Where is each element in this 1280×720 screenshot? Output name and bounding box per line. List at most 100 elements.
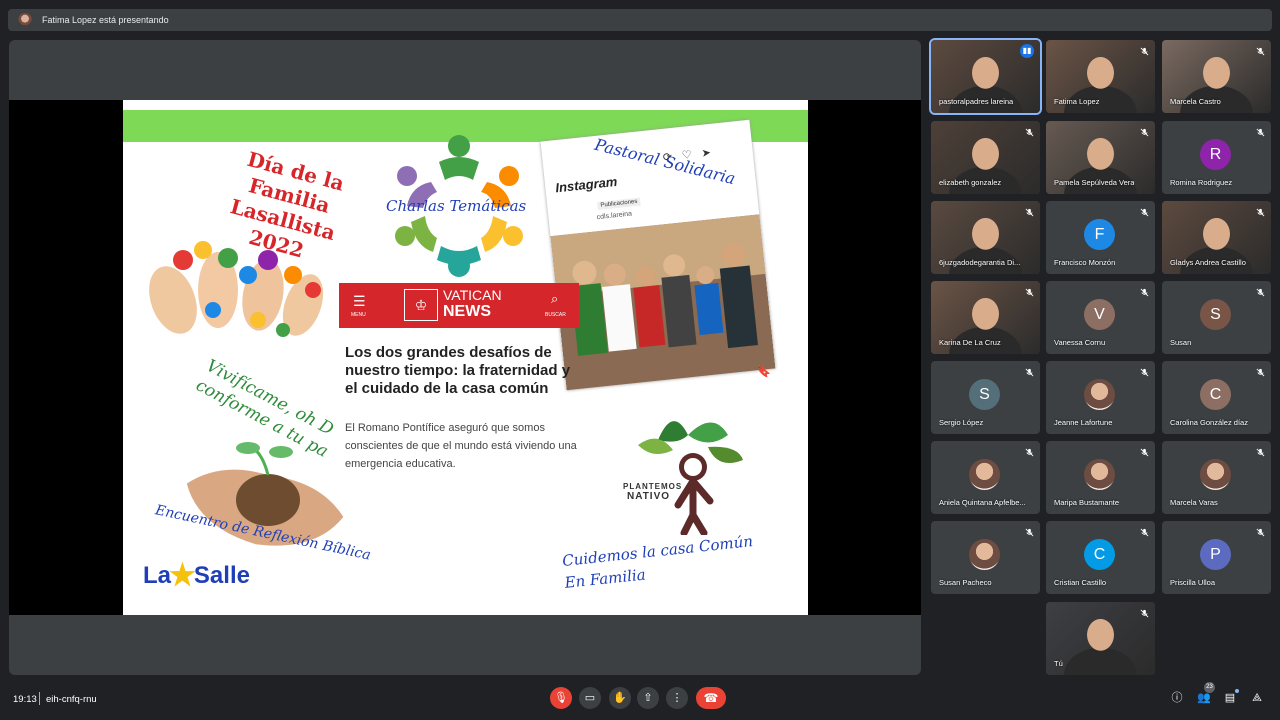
mic-muted-icon [1256, 448, 1265, 457]
news-headline: Los dos grandes desafíos de nuestro tiem… [345, 344, 571, 397]
raise-hand-icon[interactable]: ✋ [609, 687, 631, 709]
participant-tile[interactable]: S Susan [1162, 281, 1271, 354]
participant-tile[interactable]: Gladys Andrea Castillo [1162, 201, 1271, 274]
news-snippet: El Romano Pontífice aseguró que somos co… [345, 422, 577, 470]
lasalle-logo: La ★ Salle [143, 558, 250, 593]
mic-muted-icon [1025, 128, 1034, 137]
presenter-avatar [18, 13, 32, 27]
participant-name: Francisco Monzón [1054, 258, 1116, 267]
participant-tile[interactable]: Marcela Castro [1162, 40, 1271, 113]
mic-muted-icon [1025, 528, 1034, 537]
participant-initial-avatar: P [1200, 539, 1231, 570]
lasalle-logo-salle: Salle [193, 561, 250, 589]
mouse-cursor-icon [774, 571, 786, 585]
instagram-header: Instagram [554, 173, 619, 196]
participant-initial-avatar: F [1084, 219, 1115, 250]
participant-initial-avatar: S [1200, 299, 1231, 330]
leave-call-icon[interactable]: ☎ [696, 687, 726, 709]
vatican-search-label: BUSCAR [545, 312, 566, 318]
participant-tile[interactable]: F Francisco Monzón [1046, 201, 1155, 274]
vatican-crest-icon: ♔ [404, 289, 438, 321]
participant-name: Fatima Lopez [1054, 97, 1100, 106]
mic-muted-icon [1025, 448, 1034, 457]
participant-name: Tú [1054, 659, 1063, 668]
participant-photo-avatar [1084, 379, 1115, 410]
cuidemos-casa-comun-label: Cuidemos la casa Común En Familia [561, 532, 754, 592]
lasalle-logo-la: La [143, 561, 172, 589]
participant-name: Gladys Andrea Castillo [1170, 258, 1246, 267]
participant-tile[interactable]: C Cristian Castillo [1046, 521, 1155, 594]
activities-icon[interactable]: ⟁ [1250, 691, 1264, 705]
participant-tile[interactable]: R Romina Rodriguez [1162, 121, 1271, 194]
mic-muted-icon [1140, 208, 1149, 217]
mic-muted-icon [1140, 128, 1149, 137]
participant-count-badge: 23 [1204, 682, 1215, 693]
camera-icon[interactable]: ▭ [579, 687, 601, 709]
search-icon: ⌕ [551, 291, 559, 306]
participant-name: Cristian Castillo [1054, 578, 1107, 587]
participant-tile[interactable]: Maripa Bustamante [1046, 441, 1155, 514]
mic-muted-icon [1256, 208, 1265, 217]
shared-slide: Día de la Familia Lasallista 2022 Charla… [123, 100, 808, 615]
more-icon[interactable]: ⋮ [666, 687, 688, 709]
participant-tile[interactable]: Karina De La Cruz [931, 281, 1040, 354]
plantemos-label: PLANTEMOS [623, 482, 683, 491]
participant-photo-avatar [1084, 459, 1115, 490]
mic-muted-icon [1025, 208, 1034, 217]
participant-tile[interactable]: Susan Pacheco [931, 521, 1040, 594]
participant-tile[interactable]: Pamela Sepúlveda Vera [1046, 121, 1155, 194]
participant-tile[interactable]: V Vanessa Cornu [1046, 281, 1155, 354]
participant-tile[interactable]: Fatima Lopez [1046, 40, 1155, 113]
participant-name: Jeanne Lafortune [1054, 418, 1113, 427]
bookmark-icon: 🔖 [756, 364, 771, 378]
participant-photo-avatar [969, 539, 1000, 570]
nativo-label: NATIVO [627, 491, 671, 502]
star-icon: ★ [169, 559, 196, 592]
group-photo [550, 214, 776, 391]
participant-initial-avatar: C [1084, 539, 1115, 570]
info-icon[interactable]: ⓘ [1170, 691, 1184, 705]
participant-name: Marcela Varas [1170, 498, 1218, 507]
vatican-news-header: ☰ MENU ♔ VATICAN NEWS ⌕ BUSCAR [339, 283, 579, 328]
speaking-indicator-icon: ▮▮ [1020, 44, 1034, 58]
participant-tile[interactable]: Marcela Varas [1162, 441, 1271, 514]
participant-tile[interactable]: Aniela Quintana Apfelbe... [931, 441, 1040, 514]
participant-name: Karina De La Cruz [939, 338, 1001, 347]
participant-initial-avatar: R [1200, 139, 1231, 170]
participant-initial-avatar: V [1084, 299, 1115, 330]
mic-muted-icon [1140, 528, 1149, 537]
present-icon[interactable]: ⇧ [637, 687, 659, 709]
vatican-news-word: NEWS [443, 303, 491, 320]
participant-initial-avatar: S [969, 379, 1000, 410]
participant-tile[interactable]: elizabeth gonzalez [931, 121, 1040, 194]
chat-notification-dot [1235, 689, 1239, 693]
mic-muted-icon [1140, 47, 1149, 56]
chat-icon[interactable]: ▤ [1223, 691, 1237, 705]
plantemos-nativo-logo [638, 421, 743, 535]
participant-name: Susan Pacheco [939, 578, 992, 587]
presenting-banner: Fatima Lopez está presentando [8, 9, 1272, 31]
mic-off-icon[interactable]: 🎙 [550, 687, 572, 709]
participant-name: Pamela Sepúlveda Vera [1054, 178, 1135, 187]
participant-tile[interactable]: S Sergio López [931, 361, 1040, 434]
participant-tile[interactable]: Tú [1046, 602, 1155, 675]
mic-muted-icon [1256, 368, 1265, 377]
participant-name: Sergio López [939, 418, 984, 427]
bottom-control-bar: 19:13 eih-cnfq-rnu 🎙 ▭ ✋ ⇧ ⋮ ☎ ⓘ 👥 23 ▤ … [0, 682, 1280, 720]
participant-name: Marcela Castro [1170, 97, 1221, 106]
participant-tile[interactable]: 6juzgadodegarantia Di... [931, 201, 1040, 274]
mic-muted-icon [1256, 528, 1265, 537]
mic-muted-icon [1025, 288, 1034, 297]
mic-muted-icon [1140, 448, 1149, 457]
participant-tile[interactable]: ▮▮ pastoralpadres lareina [929, 38, 1042, 115]
participant-tile[interactable]: P Priscilla Ulloa [1162, 521, 1271, 594]
vatican-name: VATICAN [443, 287, 502, 303]
participant-name: pastoralpadres lareina [939, 97, 1014, 106]
mic-muted-icon [1140, 288, 1149, 297]
participant-name: 6juzgadodegarantia Di... [939, 258, 1021, 267]
participant-tile[interactable]: C Carolina González díaz [1162, 361, 1271, 434]
participant-tile[interactable]: Jeanne Lafortune [1046, 361, 1155, 434]
participant-name: Maripa Bustamante [1054, 498, 1120, 507]
participant-name: elizabeth gonzalez [939, 178, 1002, 187]
people-icon[interactable]: 👥 [1197, 691, 1211, 705]
